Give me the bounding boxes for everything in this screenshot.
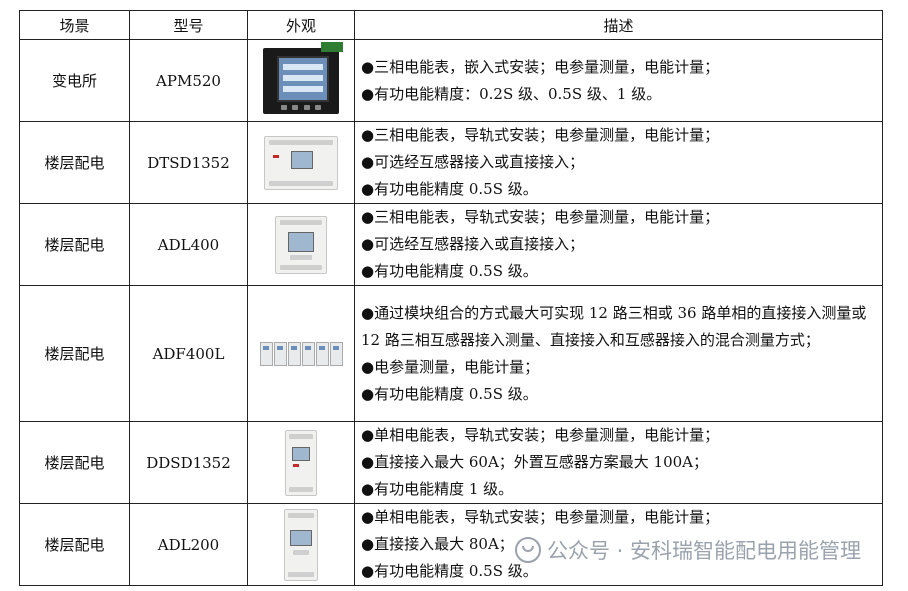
din-rail-meter-image [275, 215, 327, 274]
table-header-row: 场景 型号 外观 描述 [19, 10, 883, 40]
header-model: 型号 [129, 10, 248, 40]
description-line: ●单相电能表，导轨式安装；电参量测量，电能计量； [361, 426, 720, 444]
watermark-text: 公众号 · 安科瑞智能配电用能管理 [547, 539, 862, 563]
description-line: ●直接接入最大 60A；外置互感器方案最大 100A； [361, 453, 709, 471]
description-cell: ●单相电能表，导轨式安装；电参量测量，电能计量； ●直接接入最大 60A；外置互… [354, 421, 883, 504]
description-line: ●电参量测量，电能计量； [361, 357, 540, 376]
header-appearance: 外观 [247, 10, 355, 40]
table-row: 楼层配电 DTSD1352 ●三相电能表，导轨式安装；电参量测量，电能计量； ●… [19, 121, 883, 204]
model-cell: ADL400 [129, 203, 248, 286]
modular-meter-image [260, 341, 343, 366]
description-cell: ●通过模块组合的方式最大可实现 12 路三相或 36 路单相的直接接入测量或 1… [354, 285, 883, 422]
description-line: ●可选经互感器接入或直接接入； [361, 153, 585, 171]
appearance-cell [247, 421, 355, 504]
description-line: ●单相电能表，导轨式安装；电参量测量，电能计量； [361, 508, 720, 526]
appearance-cell [247, 121, 355, 204]
scene-cell: 楼层配电 [19, 285, 130, 422]
appearance-cell [247, 503, 355, 586]
din-rail-meter-image [264, 135, 338, 190]
appearance-cell [247, 39, 355, 122]
scene-cell: 变电所 [19, 39, 130, 122]
scene-cell: 楼层配电 [19, 203, 130, 286]
model-cell: DTSD1352 [129, 121, 248, 204]
description-line: ●有功电能精度 1 级。 [361, 480, 514, 498]
description-cell: ●三相电能表，导轨式安装；电参量测量，电能计量； ●可选经互感器接入或直接接入；… [354, 121, 883, 204]
description-line: ●通过模块组合的方式最大可实现 12 路三相或 36 路单相的直接接入测量或 1… [361, 303, 867, 349]
description-cell: ●三相电能表，导轨式安装；电参量测量，电能计量； ●可选经互感器接入或直接接入；… [354, 203, 883, 286]
header-description: 描述 [354, 10, 883, 40]
appearance-cell [247, 285, 355, 422]
description-line: ●有功电能精度 0.5S 级。 [361, 384, 538, 403]
single-phase-meter-image [284, 508, 318, 581]
scene-cell: 楼层配电 [19, 503, 130, 586]
description-line: ●三相电能表，导轨式安装；电参量测量，电能计量； [361, 126, 720, 144]
description-line: ●三相电能表，导轨式安装；电参量测量，电能计量； [361, 208, 720, 226]
description-line: ●有功电能精度 0.5S 级。 [361, 262, 538, 280]
watermark: 公众号 · 安科瑞智能配电用能管理 [515, 535, 861, 565]
description-line: ●三相电能表，嵌入式安装；电参量测量，电能计量； [361, 57, 720, 76]
scene-cell: 楼层配电 [19, 421, 130, 504]
wechat-icon [515, 537, 541, 563]
panel-meter-image [263, 41, 343, 114]
model-cell: ADF400L [129, 285, 248, 422]
table-row: 变电所 APM520 ●三相电能表，嵌入式安装；电参量测量，电能计量； ●有功电… [19, 39, 883, 122]
table-row: 楼层配电 ADF400L ●通过模块组合的方式最大可实现 12 路三相或 36 … [19, 285, 883, 422]
description-cell: ●三相电能表，嵌入式安装；电参量测量，电能计量； ●有功电能精度：0.2S 级、… [354, 39, 883, 122]
table-row: 楼层配电 DDSD1352 ●单相电能表，导轨式安装；电参量测量，电能计量； ●… [19, 421, 883, 504]
description-line: ●有功电能精度 0.5S 级。 [361, 180, 538, 198]
description-line: ●有功电能精度：0.2S 级、0.5S 级、1 级。 [361, 84, 662, 103]
single-phase-meter-image [285, 429, 317, 496]
table-row: 楼层配电 ADL400 ●三相电能表，导轨式安装；电参量测量，电能计量； ●可选… [19, 203, 883, 286]
description-line: ●可选经互感器接入或直接接入； [361, 235, 585, 253]
model-cell: APM520 [129, 39, 248, 122]
scene-cell: 楼层配电 [19, 121, 130, 204]
model-cell: DDSD1352 [129, 421, 248, 504]
model-cell: ADL200 [129, 503, 248, 586]
appearance-cell [247, 203, 355, 286]
spec-table: 场景 型号 外观 描述 变电所 APM520 ●三相电能表，嵌入式安装；电参量测… [19, 10, 883, 586]
header-scene: 场景 [19, 10, 130, 40]
